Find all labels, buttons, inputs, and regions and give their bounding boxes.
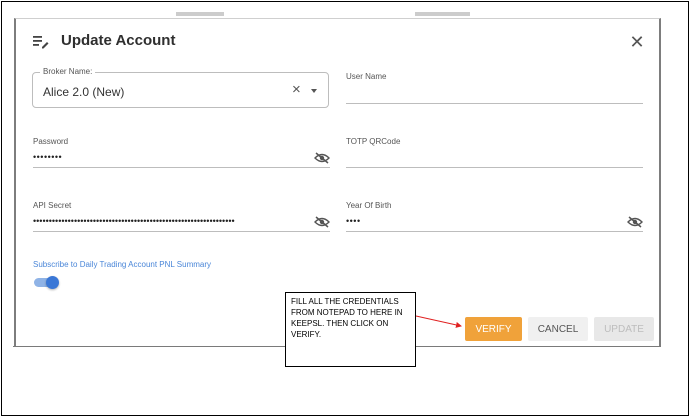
eye-off-icon[interactable] [314, 216, 330, 228]
user-name-label: User Name [346, 72, 387, 81]
eye-off-icon[interactable] [627, 216, 643, 228]
user-name-underline [346, 103, 643, 104]
subscribe-pnl-toggle[interactable] [34, 276, 60, 289]
password-field[interactable]: •••••••• [33, 152, 62, 162]
verify-button[interactable]: VERIFY [465, 317, 522, 341]
year-of-birth-label: Year Of Birth [346, 201, 392, 210]
clear-icon[interactable]: × [292, 82, 301, 98]
eye-off-icon[interactable] [314, 152, 330, 164]
cancel-button[interactable]: CANCEL [528, 317, 588, 341]
toggle-knob [46, 276, 59, 289]
password-underline [33, 167, 330, 168]
close-icon[interactable]: ✕ [629, 33, 645, 51]
broker-name-value: Alice 2.0 (New) [43, 85, 125, 99]
chevron-down-icon[interactable] [311, 89, 317, 93]
api-secret-underline [33, 231, 330, 232]
edit-list-icon [33, 36, 49, 49]
dialog-title: Update Account [61, 32, 176, 49]
password-label: Password [33, 137, 69, 146]
instruction-callout: FILL ALL THE CREDENTIALS FROM NOTEPAD TO… [285, 292, 416, 367]
backdrop-fragment [176, 12, 224, 16]
broker-name-label: Broker Name: [40, 67, 96, 76]
subscribe-pnl-label: Subscribe to Daily Trading Account PNL S… [33, 260, 212, 269]
year-of-birth-underline [346, 231, 643, 232]
broker-name-select[interactable]: Broker Name: Alice 2.0 (New) × [32, 67, 329, 108]
totp-qrcode-underline [346, 167, 643, 168]
year-of-birth-field[interactable]: •••• [346, 216, 361, 226]
api-secret-field[interactable]: ••••••••••••••••••••••••••••••••••••••••… [33, 216, 301, 226]
update-button[interactable]: UPDATE [594, 317, 654, 341]
backdrop-fragment [415, 12, 470, 16]
api-secret-label: API Secret [33, 201, 72, 210]
totp-qrcode-label: TOTP QRCode [346, 137, 401, 146]
